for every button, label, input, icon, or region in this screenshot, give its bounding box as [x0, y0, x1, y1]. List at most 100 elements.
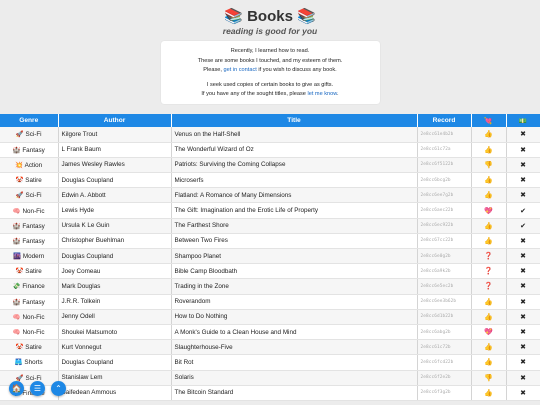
table-row[interactable]: 🏰 Fantasy Ursula K Le Guin The Farthest Sh…: [0, 218, 540, 234]
record-cell: 2e8cc6f2e2b: [417, 370, 472, 386]
title-cell: Between Two Fires: [171, 233, 418, 250]
title-cell: Trading in the Zone: [171, 278, 418, 295]
author-cell: Kilgore Trout: [58, 127, 172, 143]
rating-icon: 👍: [471, 385, 507, 401]
intro-text: Please,: [203, 67, 224, 74]
contact-link[interactable]: get in contact: [224, 67, 257, 73]
author-cell: Shoukei Matsumoto: [58, 324, 172, 341]
wishlist-status-icon: ✔: [506, 218, 540, 234]
rating-icon: 👍: [471, 354, 507, 371]
chevron-up-icon: ⌃: [55, 384, 62, 393]
author-cell: J.R.R. Tolkein: [58, 294, 172, 310]
table-row[interactable]: 🤡 Satire Joey Comeau Bible Camp Bloodbath 2…: [0, 263, 540, 280]
wishlist-status-icon: ✖: [506, 248, 540, 265]
author-cell: James Wesley Rawles: [58, 157, 172, 174]
home-button[interactable]: 🏠: [9, 381, 24, 396]
genre-cell: 🧠 Non-Fic: [0, 202, 59, 219]
author-cell: Stanislaw Lem: [58, 370, 172, 386]
rating-icon: ❓: [471, 278, 507, 295]
genre-cell: 🚀 Sci-Fi: [0, 127, 59, 143]
rating-icon: 👍: [471, 233, 507, 250]
column-header-author[interactable]: Author: [58, 114, 172, 127]
author-cell: Joey Comeau: [58, 263, 172, 280]
wishlist-status-icon: ✖: [506, 294, 540, 310]
genre-cell: 🏰 Fantasy: [0, 233, 59, 250]
record-cell: 2e8cc6bcg2b: [417, 172, 472, 189]
rating-icon: ❓: [471, 263, 507, 280]
genre-cell: 🧠 Non-Fic: [0, 309, 59, 325]
table-row[interactable]: 💸 Finance Saifedean Ammous The Bitcoin Sta…: [0, 385, 540, 401]
table-row[interactable]: 🏰 Fantasy Christopher Buehlman Between Two…: [0, 233, 540, 250]
genre-cell: 🏰 Fantasy: [0, 218, 59, 234]
table-row[interactable]: 🤡 Satire Kurt Vonnegut Slaughterhouse-Five…: [0, 339, 540, 356]
column-header-love-icon[interactable]: 💘: [471, 114, 507, 127]
table-header-row: Genre Author Title Record 💘 💵: [0, 114, 540, 127]
record-cell: 2e8cc6fcd22b: [417, 354, 472, 371]
column-header-money-icon[interactable]: 💵: [506, 114, 540, 127]
table-row[interactable]: 🩳 Shorts Douglas Coupland Bit Rot 2e8cc6fcd…: [0, 354, 540, 371]
column-header-genre[interactable]: Genre: [0, 114, 59, 127]
table-row[interactable]: 💸 Finance Mark Douglas Trading in the Zone…: [0, 278, 540, 295]
intro-text: .: [337, 91, 339, 98]
intro-line: If you have any of the sought titles, pl…: [165, 90, 376, 100]
let-me-know-link[interactable]: let me know: [307, 91, 337, 97]
wishlist-status-icon: ✖: [506, 354, 540, 371]
table-row[interactable]: 🚀 Sci-Fi Kilgore Trout Venus on the Half-S…: [0, 127, 540, 143]
table-row[interactable]: 🌆 Modern Douglas Coupland Shampoo Planet 2e…: [0, 248, 540, 265]
genre-cell: 🧠 Non-Fic: [0, 324, 59, 341]
table-row[interactable]: 🧠 Non-Fic Shoukei Matsumoto A Monk's Guide…: [0, 324, 540, 341]
wishlist-status-icon: ✖: [506, 127, 540, 143]
record-cell: 2e8cc61c72a: [417, 142, 472, 158]
table-row[interactable]: 🚀 Sci-Fi Edwin A. Abbott Flatland: A Roman…: [0, 187, 540, 204]
column-header-record[interactable]: Record: [417, 114, 472, 127]
record-cell: 2e8cc6f5122b: [417, 157, 472, 174]
title-cell: Microserfs: [171, 172, 418, 189]
rating-icon: 👍: [471, 172, 507, 189]
record-cell: 2e8cc67cc22b: [417, 233, 472, 250]
title-cell: Bible Camp Bloodbath: [171, 263, 418, 280]
table-row[interactable]: 🏰 Fantasy J.R.R. Tolkein Roverandom 2e8cc6e…: [0, 294, 540, 310]
wishlist-status-icon: ✔: [506, 202, 540, 219]
column-header-title[interactable]: Title: [171, 114, 418, 127]
wishlist-status-icon: ✖: [506, 157, 540, 174]
genre-cell: 🏰 Fantasy: [0, 142, 59, 158]
title-cell: Flatland: A Romance of Many Dimensions: [171, 187, 418, 204]
table-row[interactable]: 🚀 Sci-Fi Stanislaw Lem Solaris 2e8cc6f2e2b 👎…: [0, 370, 540, 386]
wishlist-status-icon: ✖: [506, 324, 540, 341]
genre-cell: 🚀 Sci-Fi: [0, 187, 59, 204]
title-cell: Slaughterhouse-Five: [171, 339, 418, 356]
record-cell: 2e8cc6d1b22b: [417, 309, 472, 325]
wishlist-status-icon: ✖: [506, 385, 540, 401]
genre-cell: 🌆 Modern: [0, 248, 59, 265]
table-row[interactable]: 🤡 Satire Douglas Coupland Microserfs 2e8cc6…: [0, 172, 540, 189]
title-cell: How to Do Nothing: [171, 309, 418, 325]
author-cell: Jenny Odell: [58, 309, 172, 325]
intro-line: I seek used copies of certain books to g…: [206, 81, 334, 88]
table-row[interactable]: 🧠 Non-Fic Lewis Hyde The Gift: Imagination…: [0, 202, 540, 219]
genre-cell: 🤡 Satire: [0, 339, 59, 356]
author-cell: Edwin A. Abbott: [58, 187, 172, 204]
wishlist-status-icon: ✖: [506, 233, 540, 250]
intro-line: Recently, I learned how to read.: [230, 48, 310, 54]
menu-button[interactable]: ☰: [30, 381, 45, 396]
table-row[interactable]: 💥 Action James Wesley Rawles Patriots: Sur…: [0, 157, 540, 174]
rating-icon: 👎: [471, 370, 507, 386]
rating-icon: 👍: [471, 339, 507, 356]
title-cell: The Wonderful Wizard of Oz: [171, 142, 418, 158]
table-row[interactable]: 🧠 Non-Fic Jenny Odell How to Do Nothing 2e8…: [0, 309, 540, 325]
wishlist-status-icon: ✖: [506, 309, 540, 325]
genre-cell: 🤡 Satire: [0, 263, 59, 280]
rating-icon: 👍: [471, 309, 507, 325]
title-cell: A Monk's Guide to a Clean House and Mind: [171, 324, 418, 341]
record-cell: 2e8cc6e5ec2b: [417, 278, 472, 295]
record-cell: 2e8cc61e4b2b: [417, 127, 472, 143]
record-cell: 2e8cc6ee3b62b: [417, 294, 472, 310]
rating-icon: 👎: [471, 157, 507, 174]
author-cell: Kurt Vonnegut: [58, 339, 172, 356]
table-row[interactable]: 🏰 Fantasy L Frank Baum The Wonderful Wizar…: [0, 142, 540, 158]
wishlist-status-icon: ✖: [506, 172, 540, 189]
rating-icon: 👍: [471, 187, 507, 204]
genre-cell: 🩳 Shorts: [0, 354, 59, 371]
scroll-up-button[interactable]: ⌃: [51, 381, 66, 396]
author-cell: Christopher Buehlman: [58, 233, 172, 250]
